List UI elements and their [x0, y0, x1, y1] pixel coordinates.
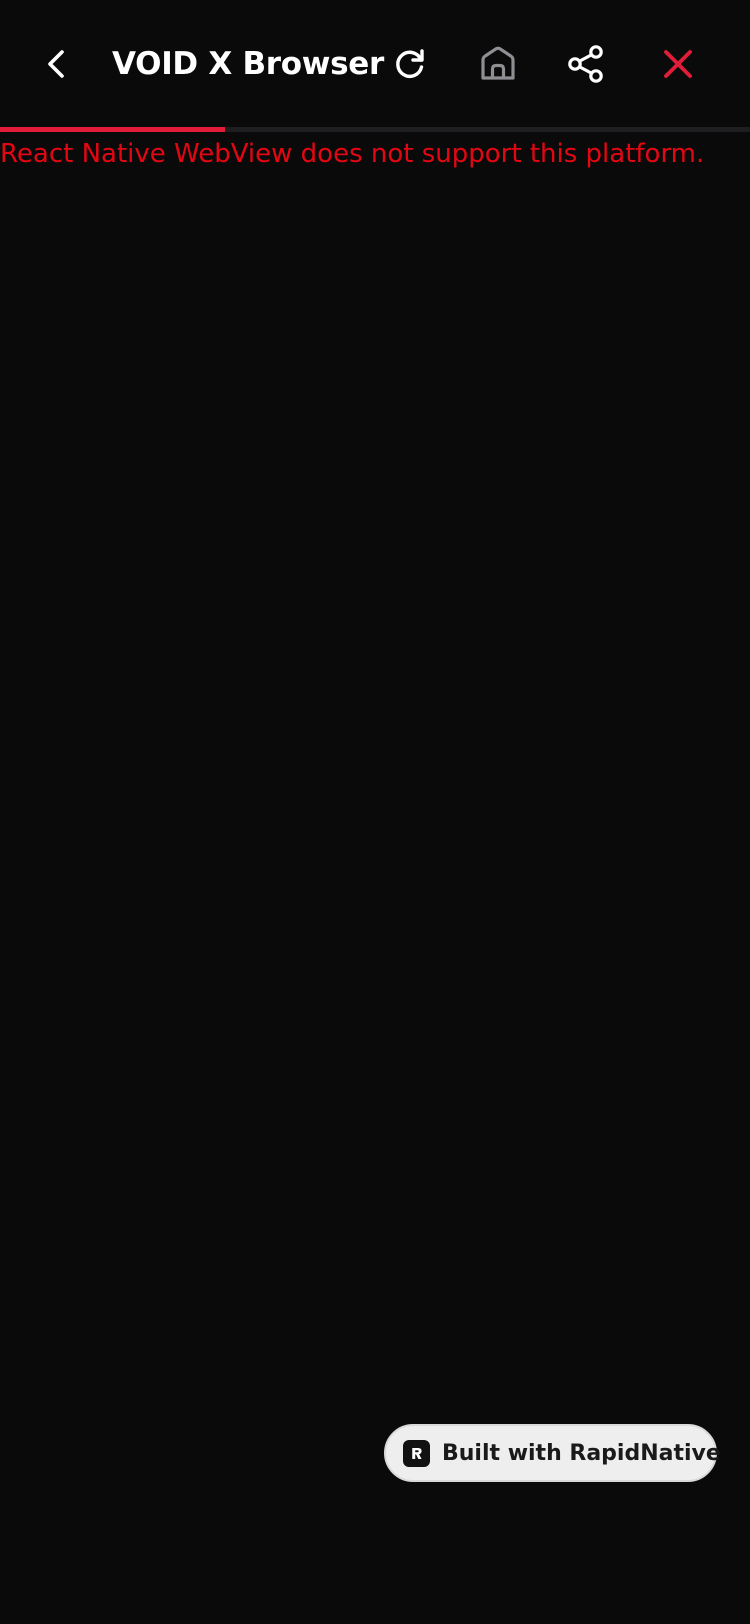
built-with-rapidnative-badge[interactable]: Built with RapidNative — [384, 1424, 721, 1482]
back-button[interactable] — [23, 30, 91, 98]
reload-icon — [396, 49, 424, 78]
badge-label: Built with RapidNative — [442, 1440, 721, 1466]
loading-progress-bar — [0, 127, 750, 132]
chevron-left-icon — [48, 50, 64, 78]
share-button[interactable] — [552, 30, 620, 98]
home-icon — [481, 46, 515, 80]
loading-progress-fill — [0, 127, 225, 132]
page-title: VOID X Browser — [112, 46, 384, 82]
browser-header: VOID X Browser — [0, 0, 750, 128]
home-button[interactable] — [464, 30, 532, 98]
share-icon — [568, 45, 603, 83]
close-icon — [664, 50, 692, 78]
close-button[interactable] — [644, 30, 712, 98]
reload-button[interactable] — [376, 30, 444, 98]
webview-error-message: React Native WebView does not support th… — [0, 139, 705, 169]
rapidnative-logo-icon — [403, 1439, 430, 1467]
